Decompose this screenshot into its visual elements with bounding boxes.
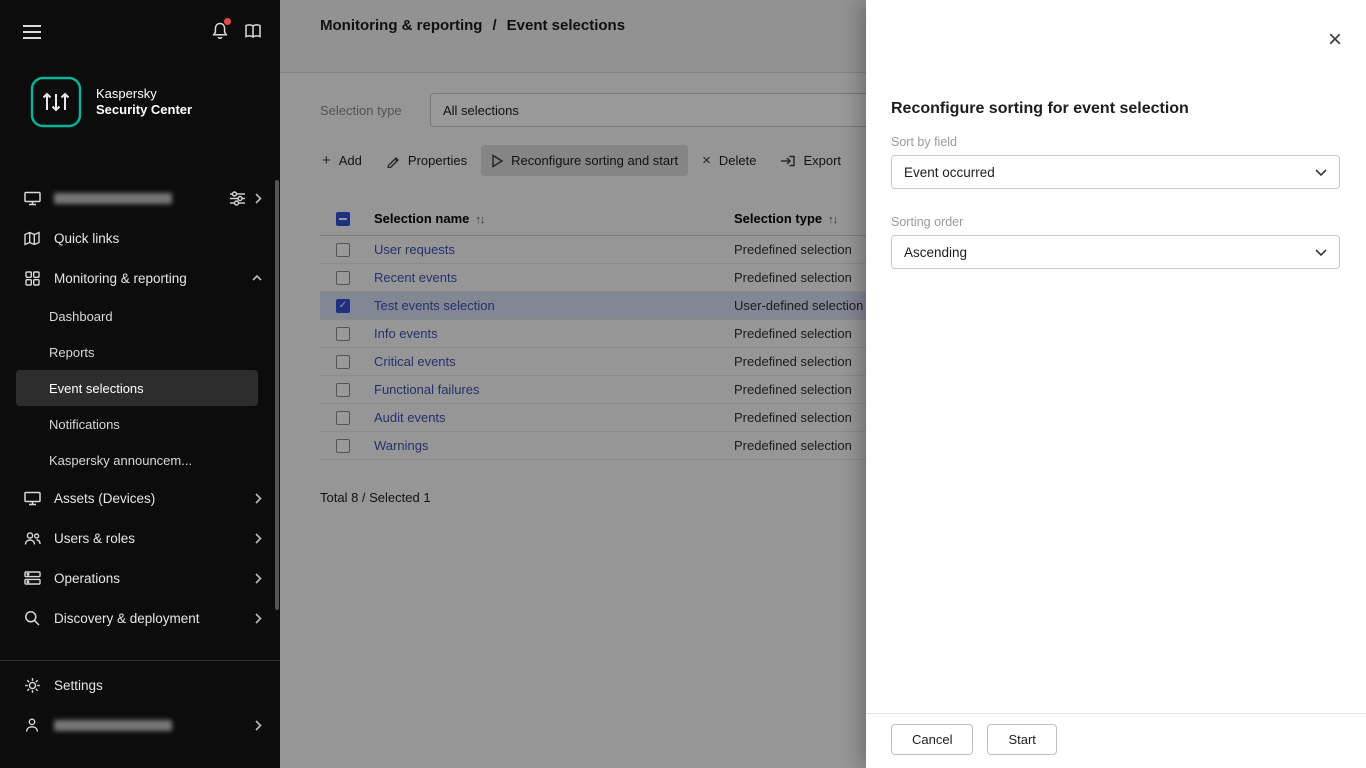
users-icon: [22, 531, 42, 546]
gear-icon: [22, 677, 42, 694]
sorting-order-dropdown[interactable]: Ascending: [891, 235, 1340, 269]
map-icon: [22, 231, 42, 246]
sidebar-item-label: Users & roles: [54, 531, 135, 546]
chevron-up-icon: [252, 275, 262, 281]
sidebar-item-assets[interactable]: Assets (Devices): [0, 478, 280, 518]
cancel-button[interactable]: Cancel: [891, 724, 973, 755]
sidebar-item-server[interactable]: [0, 178, 280, 218]
sort-by-field-value: Event occurred: [904, 165, 995, 180]
chevron-right-icon: [255, 493, 262, 504]
chevron-down-icon: [1315, 249, 1327, 256]
sidebar-item-quick-links[interactable]: Quick links: [0, 218, 280, 258]
sidebar-scrollbar[interactable]: [275, 180, 279, 610]
notifications-bell-icon[interactable]: [211, 21, 229, 40]
chevron-right-icon: [255, 613, 262, 624]
sidebar-item-label: Quick links: [54, 231, 119, 246]
logo-line1: Kaspersky: [96, 86, 192, 102]
server-name-redacted: [54, 193, 172, 204]
start-button[interactable]: Start: [987, 724, 1056, 755]
sidebar-topbar: [0, 0, 280, 64]
help-book-icon[interactable]: [244, 23, 262, 39]
sidebar-item-label: Settings: [54, 678, 103, 693]
close-icon[interactable]: ×: [1328, 28, 1342, 52]
sidebar-item-monitoring[interactable]: Monitoring & reporting: [0, 258, 280, 298]
sidebar-bottom: Settings: [0, 660, 280, 745]
magnifier-icon: [22, 610, 42, 626]
kaspersky-logo-icon: [30, 76, 82, 128]
monitor-icon: [22, 491, 42, 506]
notification-dot: [224, 18, 231, 25]
chevron-right-icon: [255, 573, 262, 584]
kaspersky-logo: Kaspersky Security Center: [30, 76, 280, 128]
sidebar-divider: [0, 660, 280, 661]
sidebar-item-label: Monitoring & reporting: [54, 271, 187, 286]
sidebar: Kaspersky Security Center: [0, 0, 280, 768]
account-name-redacted: [54, 720, 172, 731]
sort-by-field-label: Sort by field: [891, 135, 1340, 149]
sidebar-nav: Quick links Monitoring & reporting Dashb…: [0, 178, 280, 638]
sidebar-item-reports[interactable]: Reports: [0, 334, 280, 370]
sliders-icon[interactable]: [230, 191, 245, 206]
sorting-order-label: Sorting order: [891, 215, 1340, 229]
sidebar-item-operations[interactable]: Operations: [0, 558, 280, 598]
sidebar-item-label: Assets (Devices): [54, 491, 155, 506]
sidebar-item-event-selections[interactable]: Event selections: [16, 370, 258, 406]
chevron-right-icon: [255, 533, 262, 544]
sidebar-item-dashboard[interactable]: Dashboard: [0, 298, 280, 334]
reconfigure-sorting-drawer: × Reconfigure sorting for event selectio…: [866, 0, 1366, 768]
sidebar-item-notifications[interactable]: Notifications: [0, 406, 280, 442]
sidebar-item-users-roles[interactable]: Users & roles: [0, 518, 280, 558]
sidebar-item-label: Operations: [54, 571, 120, 586]
sidebar-item-account[interactable]: [0, 705, 280, 745]
user-icon: [22, 717, 42, 733]
drawer-footer: Cancel Start: [866, 713, 1366, 768]
hamburger-menu-icon[interactable]: [23, 25, 41, 39]
logo-line2: Security Center: [96, 102, 192, 118]
chevron-right-icon: [255, 720, 262, 731]
screen: Kaspersky Security Center: [0, 0, 1366, 768]
sorting-order-value: Ascending: [904, 245, 967, 260]
sidebar-item-discovery[interactable]: Discovery & deployment: [0, 598, 280, 638]
dashboard-grid-icon: [22, 271, 42, 286]
sidebar-item-settings[interactable]: Settings: [0, 665, 280, 705]
sidebar-item-label: Discovery & deployment: [54, 611, 200, 626]
server-icon: [22, 191, 42, 206]
chevron-down-icon: [1315, 169, 1327, 176]
sidebar-item-announcements[interactable]: Kaspersky announcem...: [0, 442, 280, 478]
drawer-title: Reconfigure sorting for event selection: [891, 100, 1340, 118]
sort-by-field-dropdown[interactable]: Event occurred: [891, 155, 1340, 189]
drawer-body: Reconfigure sorting for event selection …: [866, 0, 1366, 269]
chevron-right-icon[interactable]: [255, 193, 262, 204]
stack-icon: [22, 570, 42, 586]
